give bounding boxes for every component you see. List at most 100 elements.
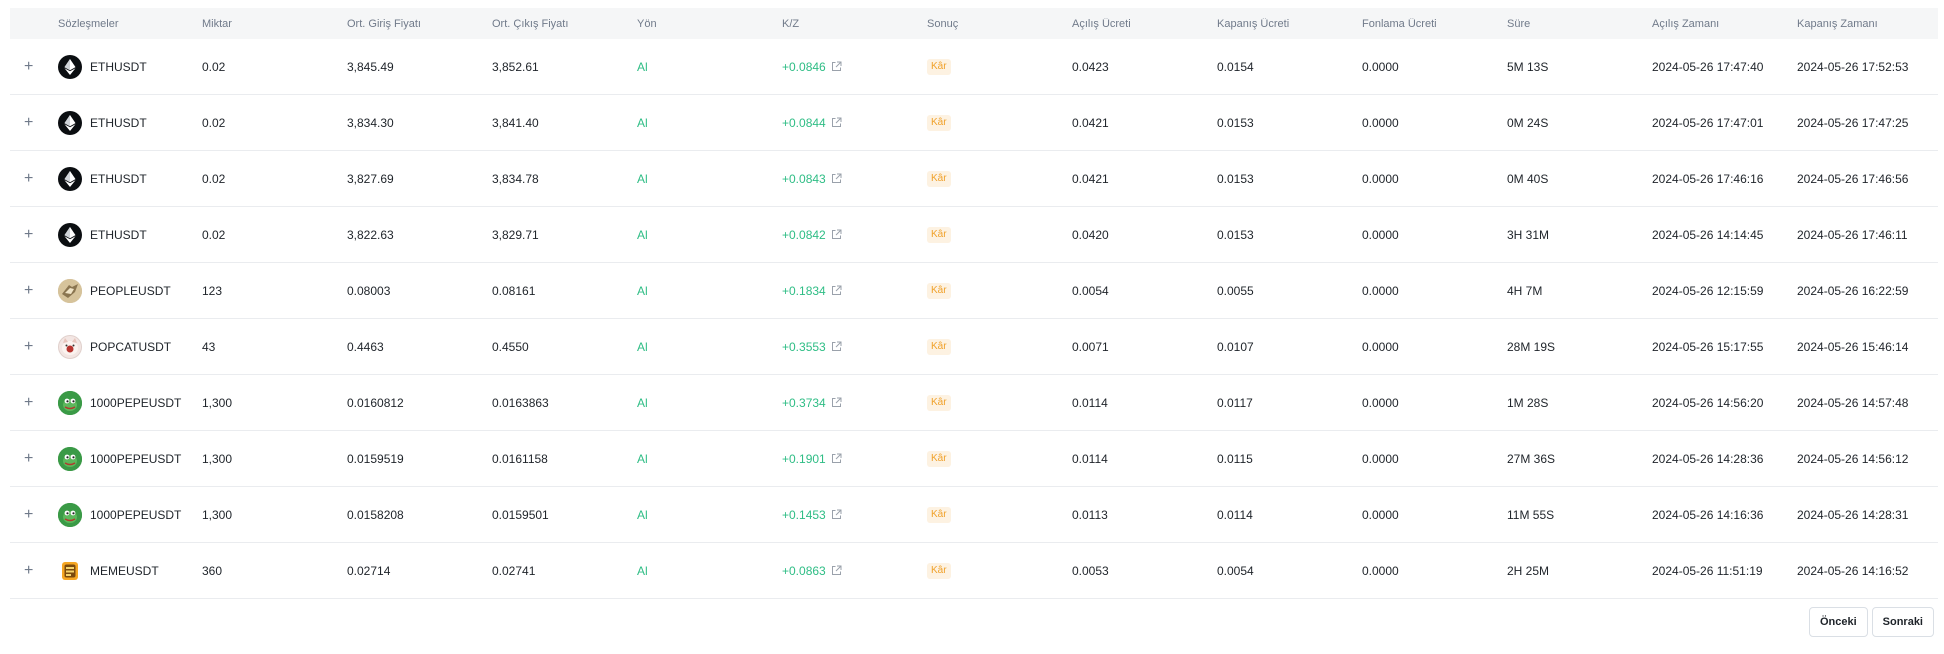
avg-exit-cell: 0.0163863 — [492, 395, 549, 410]
side-cell: Al — [637, 227, 648, 242]
close-fee-cell: 0.0153 — [1217, 171, 1254, 186]
avg-entry-cell: 0.0159519 — [347, 451, 404, 466]
share-external-link-icon[interactable] — [831, 61, 842, 72]
open-fee-cell: 0.0071 — [1072, 339, 1109, 354]
expand-row-icon[interactable]: + — [10, 115, 58, 131]
avg-exit-cell: 3,852.61 — [492, 59, 539, 74]
expand-row-icon[interactable]: + — [10, 395, 58, 411]
result-cell: Kâr — [927, 114, 1072, 131]
contract-symbol: POPCATUSDT — [90, 339, 172, 354]
share-external-link-icon[interactable] — [831, 173, 842, 184]
expand-row-icon[interactable]: + — [10, 59, 58, 75]
avg-exit-cell: 0.02741 — [492, 563, 536, 578]
table-row: + ETHUSDT 0.02 3,822.63 3,829.71 Al +0.0842 Kâr… — [10, 207, 1938, 263]
funding-fee-cell: 0.0000 — [1362, 339, 1399, 354]
open-time-cell: 2024-05-26 15:17:55 — [1652, 339, 1764, 354]
result-badge: Kâr — [927, 507, 951, 523]
people-icon — [58, 278, 82, 303]
share-external-link-icon[interactable] — [831, 341, 842, 352]
close-time-cell: 2024-05-26 14:57:48 — [1797, 395, 1909, 410]
header-avg-exit: Ort. Çıkış Fiyatı — [492, 17, 569, 30]
pepe-icon — [58, 446, 82, 471]
share-external-link-icon[interactable] — [831, 565, 842, 576]
close-fee-cell: 0.0115 — [1217, 451, 1253, 466]
expand-row-icon[interactable]: + — [10, 451, 58, 467]
result-badge: Kâr — [927, 395, 951, 411]
open-fee-cell: 0.0423 — [1072, 59, 1109, 74]
duration-cell: 1M 28S — [1507, 395, 1549, 410]
share-external-link-icon[interactable] — [831, 509, 842, 520]
result-badge: Kâr — [927, 339, 951, 355]
open-fee-cell: 0.0421 — [1072, 171, 1109, 186]
open-fee-cell: 0.0114 — [1072, 451, 1108, 466]
header-pnl: K/Z — [782, 17, 800, 30]
result-cell: Kâr — [927, 506, 1072, 523]
header-close-fee: Kapanış Ücreti — [1217, 17, 1290, 30]
close-time-cell: 2024-05-26 15:46:14 — [1797, 339, 1909, 354]
contract-cell: ETHUSDT — [58, 54, 202, 79]
share-external-link-icon[interactable] — [831, 285, 842, 296]
result-badge: Kâr — [927, 59, 951, 75]
avg-entry-cell: 0.4463 — [347, 339, 384, 354]
side-cell: Al — [637, 507, 648, 522]
share-external-link-icon[interactable] — [831, 117, 842, 128]
funding-fee-cell: 0.0000 — [1362, 395, 1399, 410]
pnl-cell: +0.1834 — [782, 284, 927, 298]
open-time-cell: 2024-05-26 14:56:20 — [1652, 395, 1764, 410]
avg-exit-cell: 0.4550 — [492, 339, 529, 354]
pnl-cell: +0.0846 — [782, 60, 927, 74]
close-fee-cell: 0.0055 — [1217, 283, 1254, 298]
funding-fee-cell: 0.0000 — [1362, 171, 1399, 186]
result-badge: Kâr — [927, 115, 951, 131]
eth-icon — [58, 166, 82, 191]
result-cell: Kâr — [927, 338, 1072, 355]
pnl-value: +0.0863 — [782, 563, 826, 578]
duration-cell: 11M 55S — [1507, 507, 1555, 522]
table-row: + MEMEUSDT 360 0.02714 0.02741 Al +0.0863 Kâr 0.… — [10, 543, 1938, 599]
close-time-cell: 2024-05-26 17:46:56 — [1797, 171, 1909, 186]
close-fee-cell: 0.0107 — [1217, 339, 1254, 354]
expand-row-icon[interactable]: + — [10, 227, 58, 243]
eth-icon — [58, 110, 82, 135]
share-external-link-icon[interactable] — [831, 229, 842, 240]
funding-fee-cell: 0.0000 — [1362, 563, 1399, 578]
prev-page-button[interactable]: Önceki — [1808, 607, 1868, 637]
amount-cell: 123 — [202, 283, 223, 298]
side-cell: Al — [637, 115, 648, 130]
expand-row-icon[interactable]: + — [10, 171, 58, 187]
pagination: Önceki Sonraki — [1808, 607, 1934, 637]
pnl-value: +0.3734 — [782, 395, 826, 410]
result-cell: Kâr — [927, 562, 1072, 579]
open-fee-cell: 0.0421 — [1072, 115, 1109, 130]
expand-row-icon[interactable]: + — [10, 283, 58, 299]
close-fee-cell: 0.0154 — [1217, 59, 1254, 74]
funding-fee-cell: 0.0000 — [1362, 115, 1399, 130]
amount-cell: 360 — [202, 563, 223, 578]
result-badge: Kâr — [927, 283, 951, 299]
result-cell: Kâr — [927, 226, 1072, 243]
duration-cell: 5M 13S — [1507, 59, 1549, 74]
expand-row-icon[interactable]: + — [10, 339, 58, 355]
funding-fee-cell: 0.0000 — [1362, 227, 1399, 242]
avg-entry-cell: 3,827.69 — [347, 171, 394, 186]
avg-entry-cell: 0.08003 — [347, 283, 391, 298]
pnl-cell: +0.1901 — [782, 452, 927, 466]
close-fee-cell: 0.0117 — [1217, 395, 1253, 410]
table-row: +1000PEPEUSDT 1,300 0.0159519 0.0161158 Al +0… — [10, 431, 1938, 487]
table-row: + ETHUSDT 0.02 3,834.30 3,841.40 Al +0.0844 Kâr… — [10, 95, 1938, 151]
header-side: Yön — [637, 17, 657, 30]
pnl-cell: +0.3734 — [782, 396, 927, 410]
avg-entry-cell: 0.0160812 — [347, 395, 404, 410]
header-funding-fee: Fonlama Ücreti — [1362, 17, 1437, 30]
expand-row-icon[interactable]: + — [10, 507, 58, 523]
next-page-button[interactable]: Sonraki — [1871, 607, 1934, 637]
duration-cell: 28M 19S — [1507, 339, 1556, 354]
share-external-link-icon[interactable] — [831, 453, 842, 464]
close-fee-cell: 0.0153 — [1217, 115, 1254, 130]
avg-exit-cell: 3,834.78 — [492, 171, 539, 186]
open-time-cell: 2024-05-26 17:47:40 — [1652, 59, 1764, 74]
table-header: Sözleşmeler Miktar Ort. Giriş Fiyatı Ort… — [10, 8, 1938, 39]
expand-row-icon[interactable]: + — [10, 563, 58, 579]
funding-fee-cell: 0.0000 — [1362, 59, 1399, 74]
share-external-link-icon[interactable] — [831, 397, 842, 408]
